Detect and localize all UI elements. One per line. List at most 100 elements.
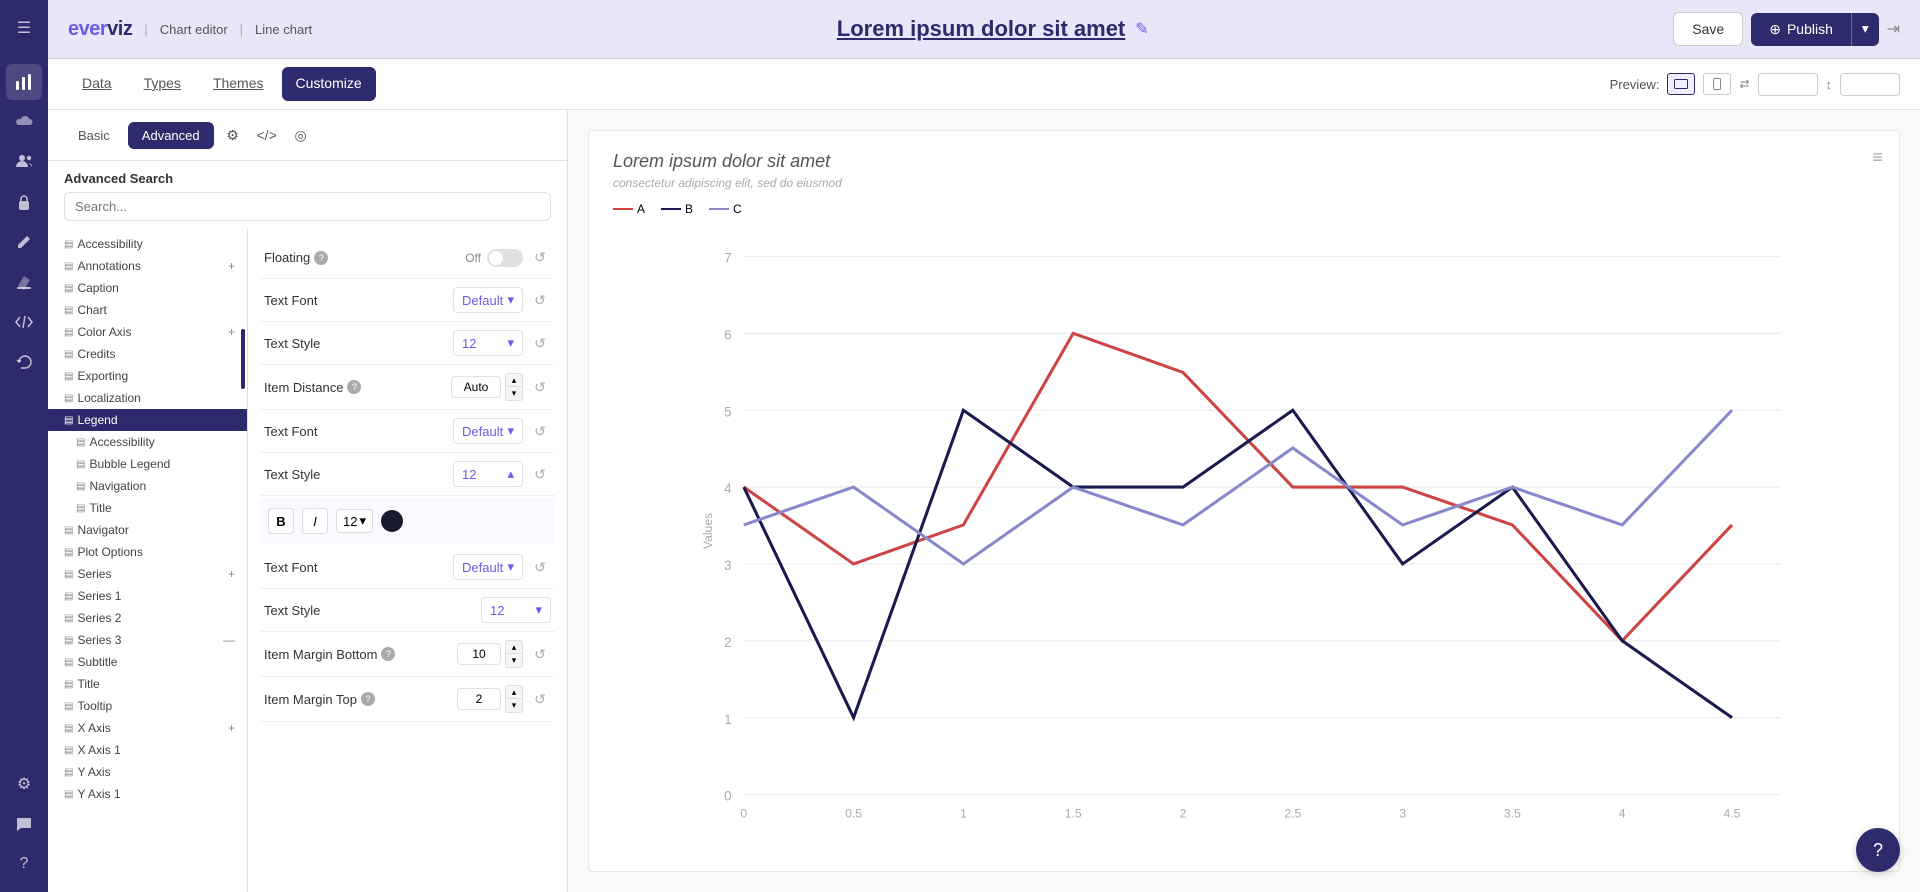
sub-tab-code-icon-btn[interactable]: </>	[252, 120, 282, 150]
tree-item-legend[interactable]: ▤Legend	[48, 409, 247, 431]
chart-menu-icon[interactable]: ≡	[1872, 147, 1883, 168]
chart-title[interactable]: Lorem ipsum dolor sit amet	[837, 16, 1126, 42]
item-margin-top-down-btn[interactable]: ▾	[505, 699, 523, 713]
sidebar-pen-icon[interactable]	[6, 224, 42, 260]
preview-width-input[interactable]	[1758, 73, 1818, 96]
item-distance-reset-btn[interactable]: ↺	[529, 376, 551, 398]
tree-item-plot-options[interactable]: ▤Plot Options	[48, 541, 247, 563]
item-margin-top-reset-btn[interactable]: ↺	[529, 688, 551, 710]
item-margin-bottom-value[interactable]	[457, 643, 501, 665]
tree-item-exporting[interactable]: ▤Exporting	[48, 365, 247, 387]
text-font-2-reset-btn[interactable]: ↺	[529, 420, 551, 442]
tree-item-xaxis[interactable]: ▤X Axis+	[48, 717, 247, 739]
tree-item-chart[interactable]: ▤Chart	[48, 299, 247, 321]
item-distance-help-icon[interactable]: ?	[347, 380, 361, 394]
sidebar-users-icon[interactable]	[6, 144, 42, 180]
text-font-3-dropdown[interactable]: Default ▾	[453, 554, 523, 580]
publish-button[interactable]: ⊕ Publish	[1751, 13, 1851, 46]
tree-item-series2[interactable]: ▤Series 2	[48, 607, 247, 629]
bold-btn[interactable]: B	[268, 508, 294, 534]
tree-item-color-axis[interactable]: ▤Color Axis+	[48, 321, 247, 343]
text-style-1-reset-btn[interactable]: ↺	[529, 332, 551, 354]
preview-wide-button[interactable]	[1667, 73, 1695, 95]
edit-title-icon[interactable]: ✎	[1135, 19, 1148, 39]
tree-item-title[interactable]: ▤Title	[48, 673, 247, 695]
sidebar-settings-icon[interactable]: ⚙	[6, 766, 42, 802]
tree-item-localization[interactable]: ▤Localization	[48, 387, 247, 409]
preview-height-input[interactable]	[1840, 73, 1900, 96]
tree-item-series3[interactable]: ▤Series 3—	[48, 629, 247, 651]
add-icon[interactable]: —	[223, 633, 235, 647]
item-distance-value[interactable]	[451, 376, 501, 398]
help-fab[interactable]: ?	[1856, 828, 1900, 872]
tree-item-xaxis1[interactable]: ▤X Axis 1	[48, 739, 247, 761]
tree-item-title-child[interactable]: ▤Title	[48, 497, 247, 519]
item-margin-bottom-reset-btn[interactable]: ↺	[529, 643, 551, 665]
text-font-2-dropdown[interactable]: Default ▾	[453, 418, 523, 444]
item-margin-bottom-down-btn[interactable]: ▾	[505, 654, 523, 668]
sidebar-chat-icon[interactable]	[6, 806, 42, 842]
save-button[interactable]: Save	[1673, 12, 1743, 46]
add-icon[interactable]: +	[228, 567, 235, 581]
search-input[interactable]	[64, 192, 551, 221]
tree-item-navigator[interactable]: ▤Navigator	[48, 519, 247, 541]
item-margin-bottom-up-btn[interactable]: ▴	[505, 640, 523, 654]
tree-item-yaxis[interactable]: ▤Y Axis	[48, 761, 247, 783]
color-swatch[interactable]	[381, 510, 403, 532]
sub-tab-basic[interactable]: Basic	[64, 122, 124, 149]
tree-item-bubble-legend[interactable]: ▤Bubble Legend	[48, 453, 247, 475]
tab-customize[interactable]: Customize	[282, 67, 376, 101]
sub-tab-advanced[interactable]: Advanced	[128, 122, 214, 149]
tree-item-series1[interactable]: ▤Series 1	[48, 585, 247, 607]
top-share-icon[interactable]: ⇥	[1887, 19, 1900, 39]
tree-item-navigation[interactable]: ▤Navigation	[48, 475, 247, 497]
tree-item-credits[interactable]: ▤Credits	[48, 343, 247, 365]
tree-item-caption[interactable]: ▤Caption	[48, 277, 247, 299]
preview-swap-icon[interactable]: ⇄	[1739, 77, 1749, 91]
font-size-select[interactable]: 12 ▾	[336, 509, 373, 533]
text-font-1-dropdown[interactable]: Default ▾	[453, 287, 523, 313]
sidebar-lock-icon[interactable]	[6, 184, 42, 220]
tab-data[interactable]: Data	[68, 67, 126, 101]
item-distance-down-btn[interactable]: ▾	[505, 387, 523, 401]
sidebar-menu-icon[interactable]: ☰	[6, 10, 42, 46]
italic-btn[interactable]: I	[302, 508, 328, 534]
sub-tab-settings-icon-btn[interactable]: ⚙	[218, 120, 248, 150]
item-margin-top-help-icon[interactable]: ?	[361, 692, 375, 706]
item-margin-top-value[interactable]	[457, 688, 501, 710]
add-icon[interactable]: +	[228, 721, 235, 735]
item-margin-bottom-help-icon[interactable]: ?	[381, 647, 395, 661]
floating-help-icon[interactable]: ?	[314, 251, 328, 265]
tree-item-accessibility[interactable]: ▤Accessibility	[48, 233, 247, 255]
scrollbar[interactable]	[241, 329, 245, 389]
tree-item-annotations[interactable]: ▤Annotations+	[48, 255, 247, 277]
tab-themes[interactable]: Themes	[199, 67, 278, 101]
tab-types[interactable]: Types	[130, 67, 195, 101]
add-icon[interactable]: +	[228, 325, 235, 339]
sidebar-help-icon[interactable]: ?	[6, 846, 42, 882]
sidebar-edit2-icon[interactable]	[6, 264, 42, 300]
item-margin-top-up-btn[interactable]: ▴	[505, 685, 523, 699]
text-style-3-dropdown[interactable]: 12 ▾	[481, 597, 551, 623]
text-font-1-reset-btn[interactable]: ↺	[529, 289, 551, 311]
text-font-3-reset-btn[interactable]: ↺	[529, 556, 551, 578]
tree-item-subtitle[interactable]: ▤Subtitle	[48, 651, 247, 673]
sub-tab-eye-icon-btn[interactable]: ◎	[286, 120, 316, 150]
preview-narrow-button[interactable]	[1703, 73, 1731, 95]
floating-toggle[interactable]	[487, 249, 523, 267]
sidebar-chart-icon[interactable]	[6, 64, 42, 100]
text-style-2-dropdown[interactable]: 12 ▴	[453, 461, 523, 487]
tree-item-series[interactable]: ▤Series+	[48, 563, 247, 585]
add-icon[interactable]: +	[228, 259, 235, 273]
tree-item-accessibility-child[interactable]: ▤Accessibility	[48, 431, 247, 453]
publish-caret-button[interactable]: ▾	[1851, 13, 1879, 46]
floating-reset-btn[interactable]: ↺	[529, 247, 551, 269]
sidebar-cloud-icon[interactable]	[6, 104, 42, 140]
sidebar-undo-icon[interactable]	[6, 344, 42, 380]
text-style-2-reset-btn[interactable]: ↺	[529, 463, 551, 485]
tree-item-tooltip[interactable]: ▤Tooltip	[48, 695, 247, 717]
text-style-1-dropdown[interactable]: 12 ▾	[453, 330, 523, 356]
sidebar-code-icon[interactable]	[6, 304, 42, 340]
tree-item-yaxis1[interactable]: ▤Y Axis 1	[48, 783, 247, 805]
item-distance-up-btn[interactable]: ▴	[505, 373, 523, 387]
